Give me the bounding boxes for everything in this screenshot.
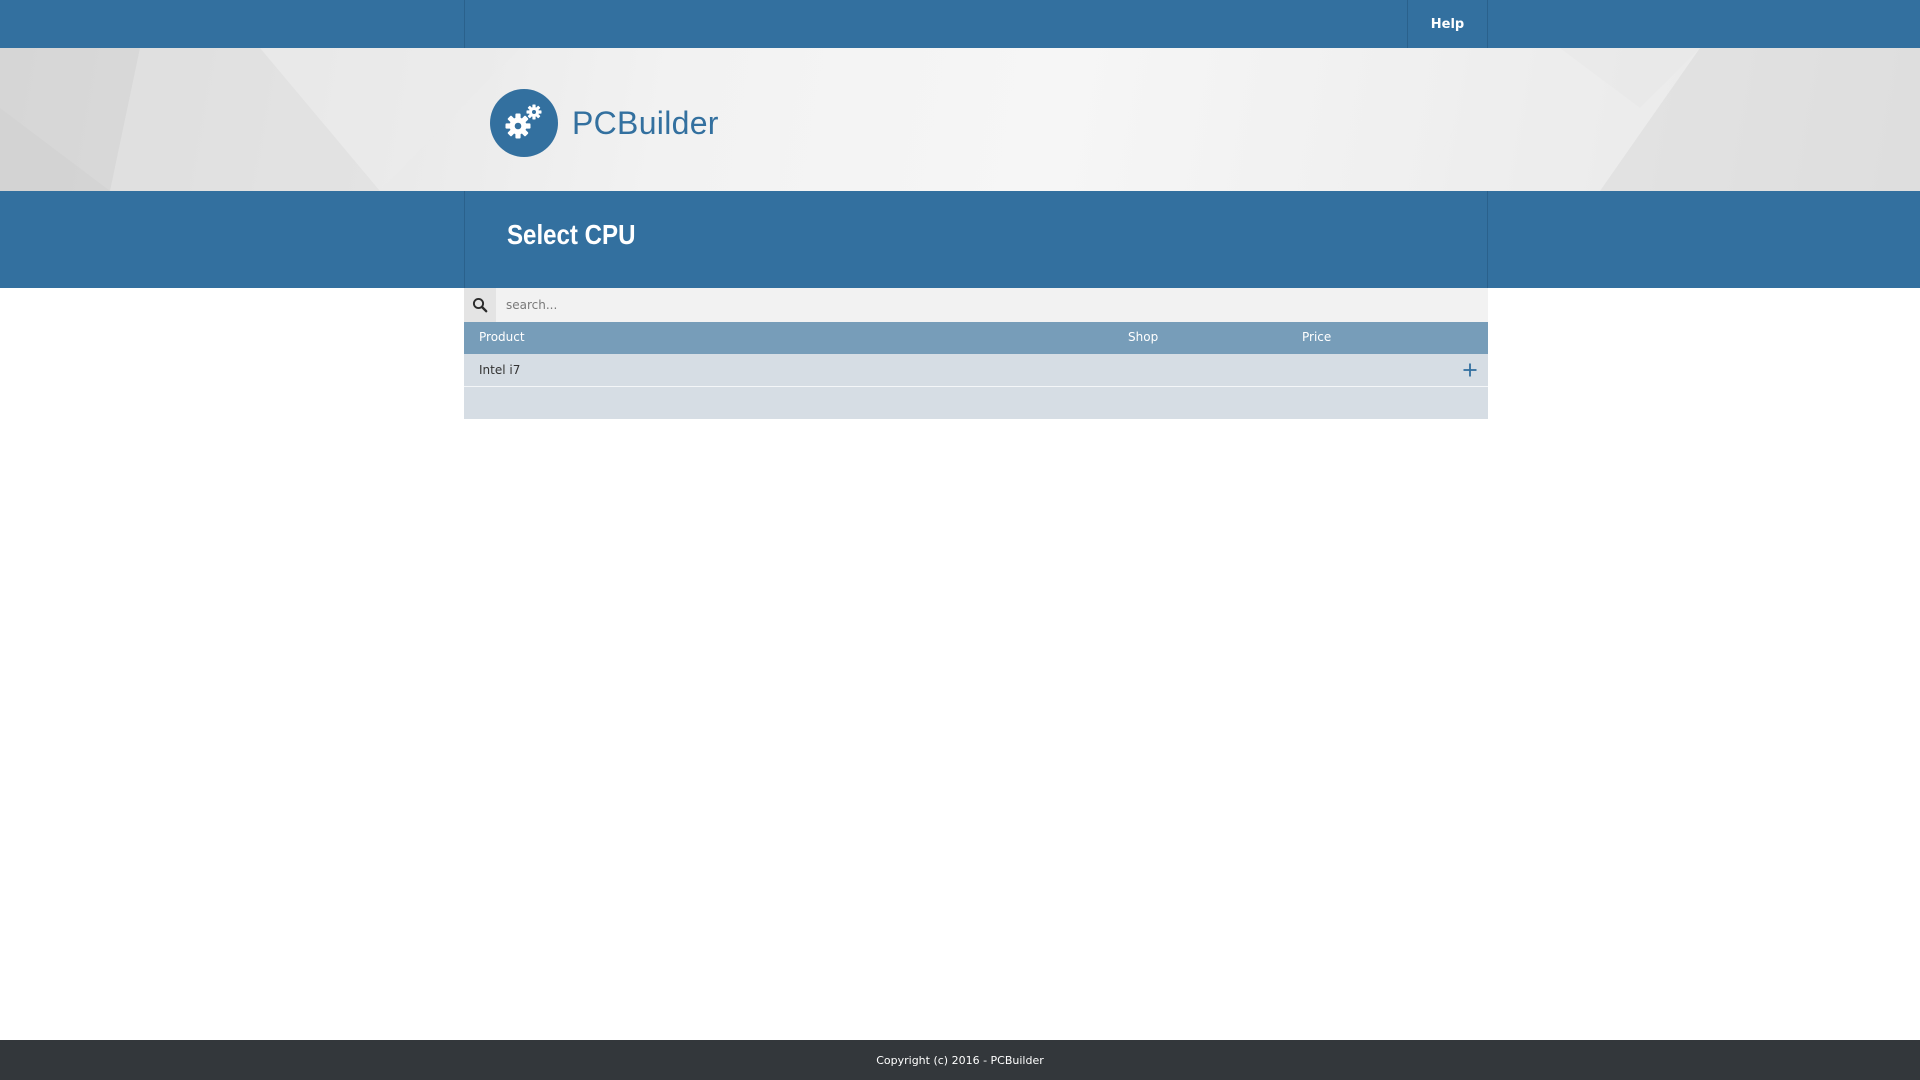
top-navbar: Help — [0, 0, 1920, 48]
plus-icon — [1463, 363, 1477, 377]
brand-logo[interactable]: PCBuilder — [490, 89, 719, 157]
top-navbar-container: Help — [464, 0, 1488, 48]
header-background-pattern — [0, 48, 1920, 191]
table-row[interactable]: Intel i7 — [464, 354, 1488, 387]
gears-icon — [490, 89, 558, 157]
help-link[interactable]: Help — [1407, 0, 1487, 48]
table-header: Product Shop Price — [464, 322, 1488, 354]
main-content: Product Shop Price Intel i7 — [464, 288, 1488, 419]
site-header: PCBuilder — [0, 48, 1920, 191]
search-bar — [464, 288, 1488, 322]
column-header-shop[interactable]: Shop — [1128, 330, 1158, 344]
product-cell: Intel i7 — [479, 363, 521, 377]
page-title: Select CPU — [507, 219, 636, 250]
column-header-price[interactable]: Price — [1302, 330, 1331, 344]
search-input[interactable] — [496, 288, 1488, 322]
brand-name: PCBuilder — [572, 104, 719, 141]
copyright-text: Copyright (c) 2016 - PCBuilder — [876, 1053, 1044, 1067]
title-band-container: Select CPU — [464, 191, 1488, 288]
site-footer: Copyright (c) 2016 - PCBuilder — [0, 1040, 1920, 1080]
table-row-empty — [464, 387, 1488, 419]
search-icon[interactable] — [464, 288, 496, 322]
column-header-product[interactable]: Product — [479, 330, 525, 344]
add-product-button[interactable] — [1460, 360, 1480, 380]
title-band: Select CPU — [0, 191, 1920, 288]
